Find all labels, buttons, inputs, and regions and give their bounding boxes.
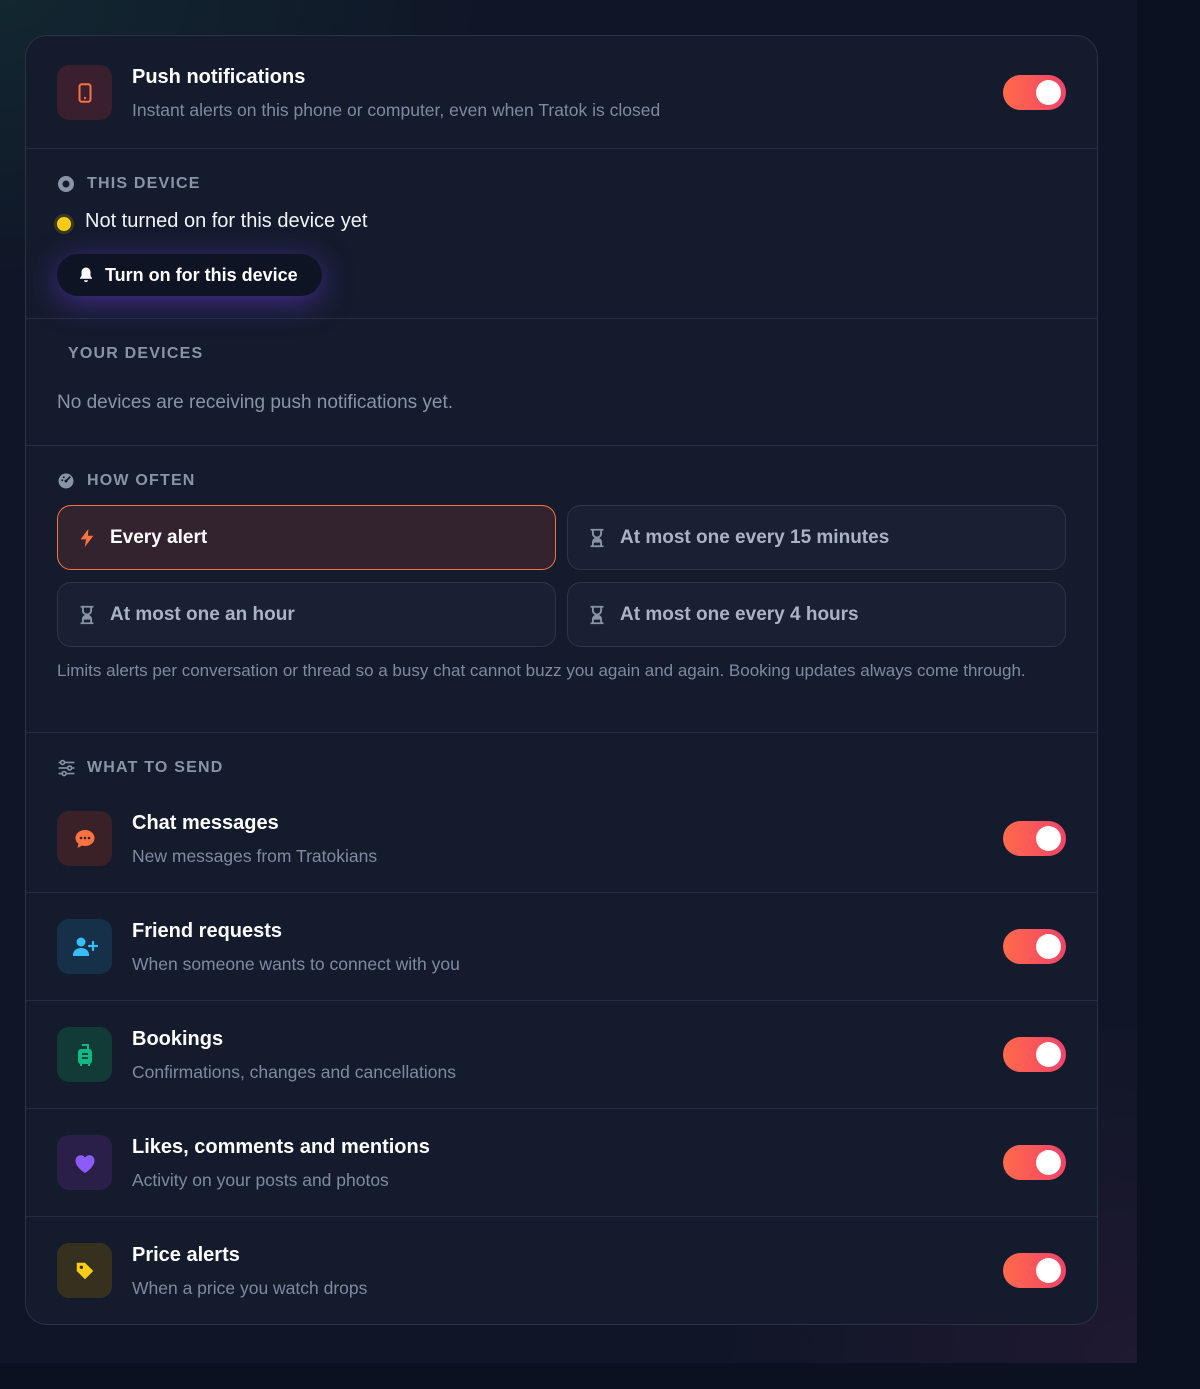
notification-type-subtitle: Confirmations, changes and cancellations (132, 1062, 456, 1082)
what-to-send-header: WHAT TO SEND (26, 733, 1097, 803)
how-often-section: HOW OFTEN Every alert At most one every … (26, 446, 1097, 733)
frequency-option-label: At most one every 4 hours (620, 603, 859, 625)
push-notifications-title: Push notifications (132, 66, 306, 88)
turn-on-device-button[interactable]: Turn on for this device (57, 254, 322, 296)
toggle-knob (1036, 1042, 1061, 1067)
frequency-option-label: At most one every 15 minutes (620, 526, 890, 548)
frequency-option-one-hour[interactable]: At most one an hour (57, 582, 556, 647)
push-notifications-row: Push notifications Instant alerts on thi… (26, 36, 1097, 149)
likes-comments-toggle[interactable] (1003, 1145, 1066, 1180)
notification-type-title: Bookings (132, 1028, 224, 1050)
likes-comments-row: Likes, comments and mentions Activity on… (26, 1109, 1097, 1217)
push-notifications-subtitle: Instant alerts on this phone or computer… (132, 100, 661, 120)
price-alerts-row: Price alerts When a price you watch drop… (26, 1217, 1097, 1324)
chat-messages-toggle[interactable] (1003, 821, 1066, 856)
phone-icon (57, 65, 112, 120)
turn-on-device-label: Turn on for this device (105, 264, 298, 285)
sliders-icon (58, 759, 75, 777)
heart-icon (57, 1135, 112, 1190)
lightning-icon (80, 528, 94, 547)
frequency-option-label: At most one an hour (110, 603, 295, 625)
how-often-label: HOW OFTEN (87, 472, 196, 489)
notification-type-title: Friend requests (132, 920, 283, 942)
toggle-knob (1036, 1258, 1061, 1283)
no-devices-text: No devices are receiving push notificati… (57, 392, 454, 413)
frequency-option-every-alert[interactable]: Every alert (57, 505, 556, 570)
frequency-option-4-hours[interactable]: At most one every 4 hours (567, 582, 1066, 647)
toggle-knob (1036, 826, 1061, 851)
toggle-knob (1036, 934, 1061, 959)
bell-icon (80, 267, 92, 283)
status-indicator-dot (54, 214, 74, 234)
hourglass-icon (80, 605, 94, 624)
chat-bubble-icon (57, 811, 112, 866)
push-settings-card: Push notifications Instant alerts on thi… (25, 35, 1098, 1325)
gauge-icon (58, 473, 74, 489)
price-alerts-toggle[interactable] (1003, 1253, 1066, 1288)
notification-type-subtitle: Activity on your posts and photos (132, 1170, 389, 1190)
notification-type-title: Likes, comments and mentions (132, 1136, 430, 1158)
add-user-icon (57, 919, 112, 974)
tag-icon (57, 1243, 112, 1298)
friend-requests-toggle[interactable] (1003, 929, 1066, 964)
luggage-icon (57, 1027, 112, 1082)
notification-type-subtitle: New messages from Tratokians (132, 846, 378, 866)
toggle-knob (1036, 1150, 1061, 1175)
notification-type-title: Price alerts (132, 1244, 240, 1266)
notification-type-subtitle: When someone wants to connect with you (132, 954, 460, 974)
chat-messages-row: Chat messages New messages from Tratokia… (26, 803, 1097, 893)
hourglass-icon (590, 605, 604, 624)
bookings-toggle[interactable] (1003, 1037, 1066, 1072)
notification-type-subtitle: When a price you watch drops (132, 1278, 368, 1298)
bookings-row: Bookings Confirmations, changes and canc… (26, 1001, 1097, 1109)
friend-requests-row: Friend requests When someone wants to co… (26, 893, 1097, 1001)
what-to-send-label: WHAT TO SEND (87, 759, 224, 776)
frequency-option-label: Every alert (110, 526, 208, 548)
notification-type-title: Chat messages (132, 812, 279, 834)
frequency-option-15-minutes[interactable]: At most one every 15 minutes (567, 505, 1066, 570)
your-devices-label: YOUR DEVICES (68, 345, 204, 362)
push-notifications-toggle[interactable] (1003, 75, 1066, 110)
device-status-text: Not turned on for this device yet (85, 210, 368, 232)
radio-target-icon (58, 176, 74, 192)
frequency-hint-text: Limits alerts per conversation or thread… (57, 661, 1026, 680)
toggle-knob (1036, 80, 1061, 105)
this-device-label: THIS DEVICE (87, 175, 201, 192)
hourglass-icon (590, 528, 604, 547)
your-devices-section: YOUR DEVICES No devices are receiving pu… (26, 319, 1097, 446)
